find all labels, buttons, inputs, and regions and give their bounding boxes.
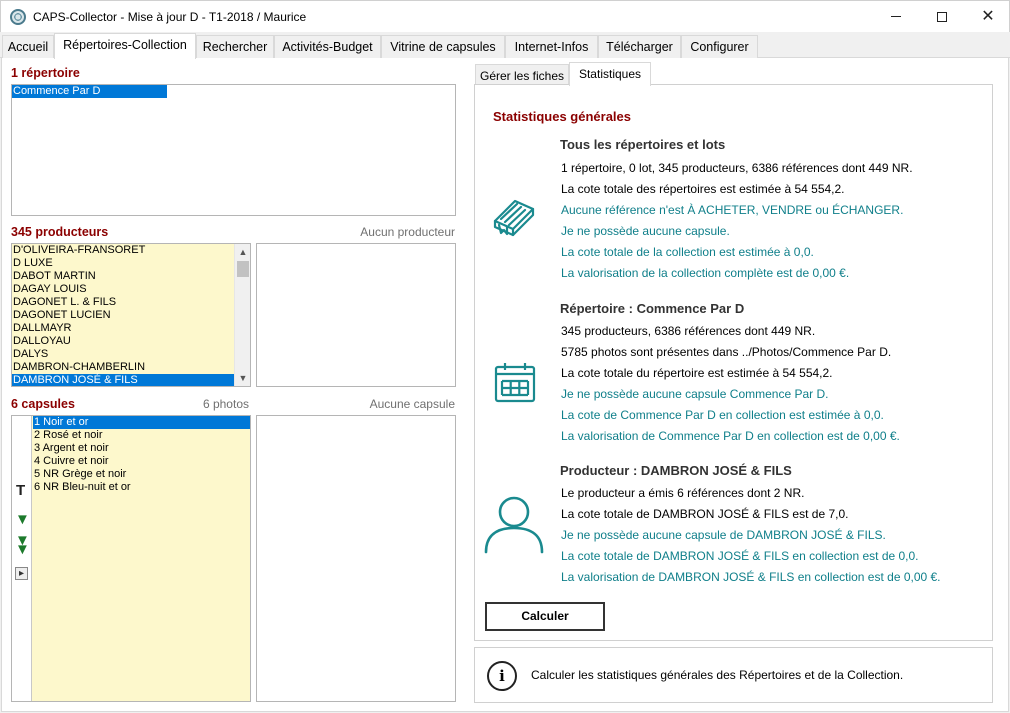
info-text: Calculer les statistiques générales des … bbox=[531, 668, 904, 682]
statistics-panel: Statistiques générales Tous les répertoi… bbox=[474, 84, 993, 641]
producer-title: Producteur : DAMBRON JOSÉ & FILS bbox=[560, 463, 792, 478]
play-icon[interactable]: ▸ bbox=[15, 567, 28, 580]
scroll-down-icon[interactable]: ▼ bbox=[235, 371, 250, 385]
list-item[interactable]: Commence Par D bbox=[12, 85, 167, 98]
all-summary: 1 répertoire, 0 lot, 345 producteurs, 63… bbox=[561, 161, 913, 175]
tab-statistiques[interactable]: Statistiques bbox=[569, 62, 651, 86]
maximize-icon bbox=[937, 11, 947, 22]
list-item[interactable]: 5 NR Grège et noir bbox=[33, 468, 250, 481]
repertoire-owned-link[interactable]: Je ne possède aucune capsule Commence Pa… bbox=[561, 387, 829, 401]
tab-configurer[interactable]: Configurer bbox=[681, 35, 758, 58]
producer-valorisation-link[interactable]: La valorisation de DAMBRON JOSÉ & FILS e… bbox=[561, 570, 941, 584]
books-icon bbox=[491, 193, 537, 242]
next-arrow-icon[interactable]: ▼ bbox=[15, 512, 30, 527]
all-owned-link[interactable]: Je ne possède aucune capsule. bbox=[561, 224, 730, 238]
tab-vitrine-capsules[interactable]: Vitrine de capsules bbox=[381, 35, 505, 58]
maximize-button[interactable] bbox=[919, 1, 965, 32]
repertoire-title: Répertoire : Commence Par D bbox=[560, 301, 745, 316]
last-arrow-icon[interactable]: ▼ ▼ bbox=[15, 533, 31, 559]
list-item[interactable]: 4 Cuivre et noir bbox=[33, 455, 250, 468]
repertoires-list[interactable]: Commence Par D bbox=[11, 84, 456, 216]
list-item[interactable]: D'OLIVEIRA-FRANSORET bbox=[12, 244, 250, 257]
list-item[interactable]: DABOT MARTIN bbox=[12, 270, 250, 283]
producer-collection-cote-link[interactable]: La cote totale de DAMBRON JOSÉ & FILS en… bbox=[561, 549, 919, 563]
all-valorisation-link[interactable]: La valorisation de la collection complèt… bbox=[561, 266, 849, 280]
tab-activites-budget[interactable]: Activités-Budget bbox=[274, 35, 381, 58]
producers-note: Aucun producteur bbox=[360, 225, 455, 239]
text-tool-icon[interactable]: T bbox=[16, 482, 25, 499]
repertoire-valorisation-link[interactable]: La valorisation de Commence Par D en col… bbox=[561, 429, 900, 443]
minimize-button[interactable] bbox=[873, 1, 919, 32]
repertoire-collection-cote-link[interactable]: La cote de Commence Par D en collection … bbox=[561, 408, 884, 422]
stats-heading: Statistiques générales bbox=[493, 109, 631, 124]
all-repertoires-title: Tous les répertoires et lots bbox=[560, 137, 726, 152]
capsules-title: 6 capsules bbox=[11, 397, 75, 411]
producers-list[interactable]: D'OLIVEIRA-FRANSORET D LUXE DABOT MARTIN… bbox=[11, 243, 251, 387]
repertoire-cote: La cote totale du répertoire est estimée… bbox=[561, 366, 833, 380]
capsules-list[interactable]: T ▼ ▼ ▼ ▸ 1 Noir et or 2 Rosé et noir 3 … bbox=[11, 415, 251, 702]
capsule-toolbar: T ▼ ▼ ▼ ▸ bbox=[12, 416, 32, 701]
producer-detail-box bbox=[256, 243, 456, 387]
list-item[interactable]: 3 Argent et noir bbox=[33, 442, 250, 455]
list-item[interactable]: DAGONET L. & FILS bbox=[12, 296, 250, 309]
title-bar: CAPS-Collector - Mise à jour D - T1-2018… bbox=[0, 0, 1010, 32]
producer-owned-link[interactable]: Je ne possède aucune capsule de DAMBRON … bbox=[561, 528, 886, 542]
info-panel: i Calculer les statistiques générales de… bbox=[474, 647, 993, 703]
main-tab-bar: Accueil Répertoires-Collection Recherche… bbox=[0, 33, 1010, 59]
producers-title: 345 producteurs bbox=[11, 225, 109, 239]
info-icon: i bbox=[487, 661, 517, 691]
tab-accueil[interactable]: Accueil bbox=[2, 35, 54, 58]
list-item[interactable]: DALLOYAU bbox=[12, 335, 250, 348]
capsule-detail-box bbox=[256, 415, 456, 702]
scroll-up-icon[interactable]: ▲ bbox=[235, 245, 250, 259]
list-item[interactable]: 6 NR Bleu-nuit et or bbox=[33, 481, 250, 494]
list-item[interactable]: DAMBRON-CHAMBERLIN bbox=[12, 361, 250, 374]
tab-repertoires-collection[interactable]: Répertoires-Collection bbox=[54, 33, 196, 59]
tab-internet-infos[interactable]: Internet-Infos bbox=[505, 35, 598, 58]
user-icon bbox=[483, 495, 545, 558]
list-item[interactable]: DALYS bbox=[12, 348, 250, 361]
tab-gerer-fiches[interactable]: Gérer les fiches bbox=[475, 64, 569, 86]
list-item[interactable]: DAGAY LOUIS bbox=[12, 283, 250, 296]
close-icon: ✕ bbox=[981, 7, 995, 25]
close-button[interactable]: ✕ bbox=[965, 1, 1010, 32]
list-item[interactable]: 1 Noir et or bbox=[33, 416, 250, 429]
tab-rechercher[interactable]: Rechercher bbox=[196, 35, 274, 58]
content-area: 1 répertoire Commence Par D 345 producte… bbox=[1, 58, 1009, 712]
list-item[interactable]: DAMBRON JOSÉ & FILS bbox=[12, 374, 234, 386]
list-item[interactable]: DALLMAYR bbox=[12, 322, 250, 335]
repertoire-photos: 5785 photos sont présentes dans ../Photo… bbox=[561, 345, 892, 359]
all-collection-cote-link[interactable]: La cote totale de la collection est esti… bbox=[561, 245, 814, 259]
list-item[interactable]: D LUXE bbox=[12, 257, 250, 270]
list-item[interactable]: 2 Rosé et noir bbox=[33, 429, 250, 442]
last-arrow-lower-icon: ▼ bbox=[15, 541, 30, 558]
all-cote: La cote totale des répertoires est estim… bbox=[561, 182, 845, 196]
calendar-icon bbox=[494, 361, 536, 406]
tab-telecharger[interactable]: Télécharger bbox=[598, 35, 681, 58]
capsules-photos-count: 6 photos bbox=[202, 397, 249, 411]
capsules-note: Aucune capsule bbox=[369, 397, 455, 411]
producers-scrollbar[interactable]: ▲ ▼ bbox=[234, 244, 250, 386]
repertoires-title: 1 répertoire bbox=[11, 66, 80, 80]
producer-cote: La cote totale de DAMBRON JOSÉ & FILS es… bbox=[561, 507, 849, 521]
producer-summary: Le producteur a émis 6 références dont 2… bbox=[561, 486, 805, 500]
window-title: CAPS-Collector - Mise à jour D - T1-2018… bbox=[33, 10, 307, 24]
repertoire-summary: 345 producteurs, 6386 références dont 44… bbox=[561, 324, 816, 338]
list-item[interactable]: DAGONET LUCIEN bbox=[12, 309, 250, 322]
scroll-thumb[interactable] bbox=[237, 261, 249, 277]
minimize-icon bbox=[891, 16, 901, 17]
app-logo-icon bbox=[10, 9, 26, 25]
all-exchange-link[interactable]: Aucune référence n'est À ACHETER, VENDRE… bbox=[561, 203, 903, 217]
calculate-button[interactable]: Calculer bbox=[485, 602, 605, 631]
